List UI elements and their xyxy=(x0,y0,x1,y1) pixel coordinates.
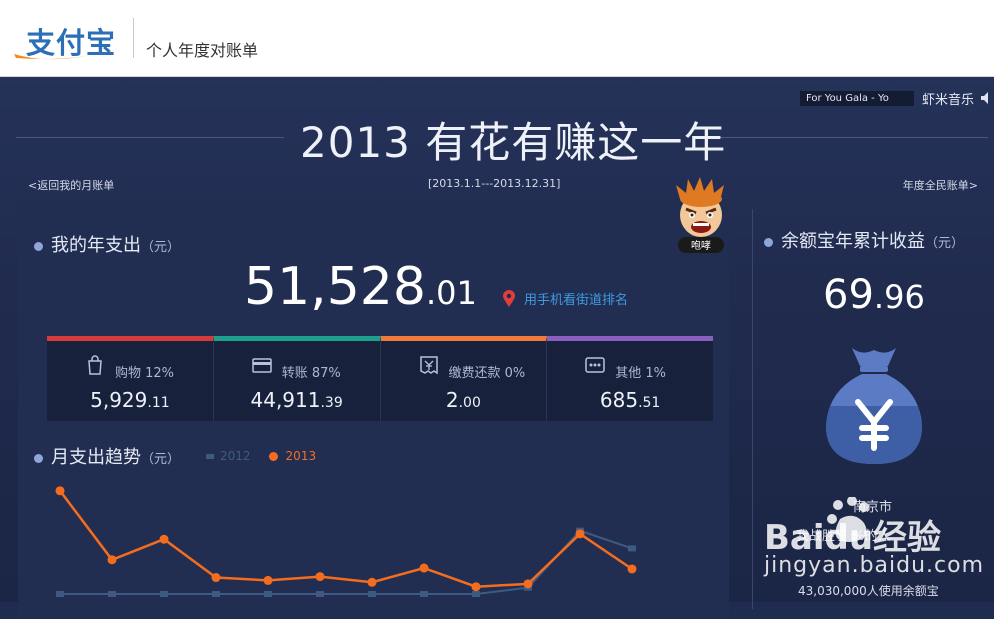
music-brand[interactable]: 虾米音乐 xyxy=(922,89,974,108)
yuebao-title: 余额宝年累计收益 xyxy=(781,231,925,252)
header-divider xyxy=(133,18,134,58)
legend-label-2013[interactable]: 2013 xyxy=(286,449,317,463)
back-to-monthly-link[interactable]: <返回我的月账单 xyxy=(28,177,114,193)
series-line-2012 xyxy=(60,529,633,595)
point-2012-5[interactable] xyxy=(264,591,272,597)
point-2012-4[interactable] xyxy=(212,591,220,597)
annual-spend-int: 51,528 xyxy=(244,257,426,317)
point-2013-9[interactable] xyxy=(471,582,481,592)
location-pin-icon xyxy=(503,289,515,307)
music-player[interactable]: For You Gala - Yo 虾米音乐 xyxy=(799,88,994,108)
category-amount-dec: .51 xyxy=(638,395,661,411)
annual-spend-amount: 51,528.01 xyxy=(244,257,477,317)
page-title: 2013 有花有赚这一年 xyxy=(300,118,727,167)
series-line-2013 xyxy=(59,490,633,588)
music-track-ticker[interactable]: For You Gala - Yo xyxy=(799,90,914,106)
page-subtitle: 个人年度对账单 xyxy=(146,41,259,60)
point-2013-12[interactable] xyxy=(627,564,637,574)
category-label: 转账 87% xyxy=(281,366,341,381)
point-2013-11[interactable] xyxy=(575,529,585,539)
roaring-mascot-icon[interactable]: 咆哮 xyxy=(672,177,730,255)
bullet-dot xyxy=(34,241,43,251)
point-2013-6[interactable] xyxy=(315,572,325,582)
point-2013-2[interactable] xyxy=(107,555,117,565)
money-bag-icon xyxy=(826,348,922,464)
street-ranking-label: 用手机看街道排名 xyxy=(524,293,629,308)
alipay-logo[interactable]: 支付宝 xyxy=(12,16,122,60)
legend-swatch-2012 xyxy=(206,453,214,459)
annual-spend-unit: （元） xyxy=(141,240,181,255)
category-label: 缴费还款 0% xyxy=(448,366,526,381)
legend-dot-2013 xyxy=(268,451,278,461)
bill-icon xyxy=(419,356,438,375)
category-amount: 44,911.39 xyxy=(214,388,380,412)
point-2013-5[interactable] xyxy=(263,575,273,585)
point-2013-10[interactable] xyxy=(523,579,533,589)
category-amount-int: 2 xyxy=(445,388,459,412)
title-rule-right xyxy=(720,137,988,138)
yuebao-amount: 69.96 xyxy=(823,272,925,318)
yuebao-unit: （元） xyxy=(925,236,965,251)
annual-spend-title: 我的年支出 xyxy=(51,235,141,256)
category-amount-int: 5,929 xyxy=(90,388,148,412)
bullet-dot xyxy=(764,237,773,247)
top-bar: 支付宝 个人年度对账单 xyxy=(0,0,994,77)
point-2012-3[interactable] xyxy=(160,591,168,597)
category-label: 其他 1% xyxy=(615,366,667,381)
street-ranking-link[interactable]: 用手机看街道排名 xyxy=(502,289,628,308)
category-cell[interactable]: 缴费还款 0% 2.00 xyxy=(380,336,548,421)
category-amount: 685.51 xyxy=(547,388,713,412)
national-bill-link[interactable]: 年度全民账单> xyxy=(903,177,978,193)
watermark-url: jingyan.baidu.com xyxy=(764,553,985,578)
point-2013-1[interactable] xyxy=(55,486,65,496)
point-2013-8[interactable] xyxy=(419,563,429,573)
monthly-trend-chart xyxy=(55,486,637,597)
chart-legend: 2012 2013 xyxy=(206,449,316,463)
watermark-brand: Baidu经验 xyxy=(764,518,941,558)
trend-title: 月支出趋势 xyxy=(51,447,141,468)
category-cell[interactable]: 购物 12% 5,929.11 xyxy=(47,336,214,421)
annual-spend-heading: 我的年支出（元） xyxy=(34,231,180,257)
category-cell[interactable]: 转账 87% 44,911.39 xyxy=(213,336,381,421)
date-range: [2013.1.1---2013.12.31] xyxy=(428,177,561,190)
logo-swoosh-icon xyxy=(14,50,116,60)
category-amount-dec: .39 xyxy=(320,395,343,411)
category-amount: 5,929.11 xyxy=(47,388,213,412)
bullet-dot xyxy=(34,453,43,463)
point-2012-6[interactable] xyxy=(316,591,324,597)
category-amount-dec: .00 xyxy=(458,395,481,411)
mascot-badge: 咆哮 xyxy=(691,240,711,252)
point-2012-12[interactable] xyxy=(628,545,636,552)
point-2013-7[interactable] xyxy=(367,577,377,587)
category-amount-int: 44,911 xyxy=(250,388,321,412)
category-amount-int: 685 xyxy=(599,388,639,412)
speaker-icon[interactable] xyxy=(980,91,994,105)
category-breakdown: 购物 12% 5,929.11 转账 87% 44,911.39 缴费还款 0% 2.00… xyxy=(47,336,713,421)
title-rule-left xyxy=(16,137,284,138)
yuebao-dec: .96 xyxy=(873,278,925,316)
card-icon xyxy=(252,358,272,373)
baidu-jingyan-watermark: Baidu经验 xyxy=(764,497,941,558)
more-icon xyxy=(585,357,605,373)
category-label: 购物 12% xyxy=(115,366,175,381)
point-2012-2[interactable] xyxy=(108,591,116,597)
point-2012-8[interactable] xyxy=(420,591,428,597)
legend-label-2012[interactable]: 2012 xyxy=(220,449,251,463)
trend-unit: （元） xyxy=(141,452,181,467)
point-2012-7[interactable] xyxy=(368,591,376,597)
shopping-bag-icon xyxy=(88,355,102,375)
category-amount: 2.00 xyxy=(381,388,547,412)
point-2013-4[interactable] xyxy=(211,573,221,583)
yuebao-heading: 余额宝年累计收益（元） xyxy=(764,227,964,253)
trend-heading: 月支出趋势（元） xyxy=(34,443,180,469)
point-2012-9[interactable] xyxy=(472,591,480,597)
category-cell[interactable]: 其他 1% 685.51 xyxy=(547,336,713,421)
point-2012-1[interactable] xyxy=(56,591,64,597)
yuebao-int: 69 xyxy=(823,272,874,318)
annual-spend-dec: .01 xyxy=(425,274,477,312)
point-2013-3[interactable] xyxy=(159,534,169,544)
category-amount-dec: .11 xyxy=(147,395,170,411)
